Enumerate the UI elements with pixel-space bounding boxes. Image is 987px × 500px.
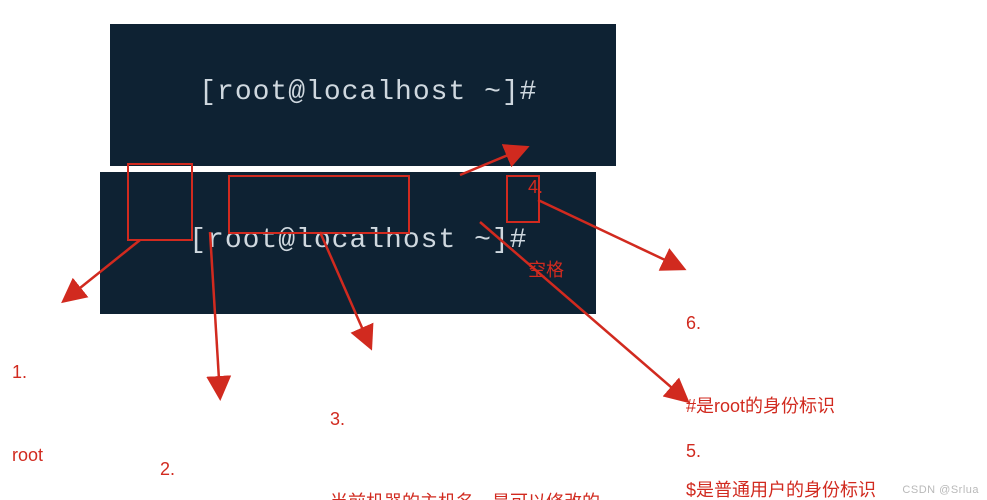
watermark-text: CSDN @Srlua <box>902 484 979 496</box>
annotation-2-separator: 2. @就是个分隔符 <box>160 400 286 500</box>
annotation-number: 6. <box>686 310 876 338</box>
annotation-4-space: 4. 空格 <box>528 118 564 341</box>
terminal-prompt-annotated: [root@localhost ~]# <box>100 172 596 314</box>
terminal-text: [root@localhost ~]# <box>189 225 527 256</box>
annotation-number: 2. <box>160 456 286 484</box>
annotation-number: 4. <box>528 174 564 202</box>
annotation-line: 空格 <box>528 257 564 285</box>
terminal-text: [root@localhost ~]# <box>199 77 537 108</box>
annotation-line: 当前机器的主机名，是可以修改的 <box>330 489 600 500</box>
annotation-number: 1. <box>12 359 192 387</box>
annotation-6-prompt-symbol: 6. #是root的身份标识 $是普通用户的身份标识 <box>686 254 876 500</box>
annotation-number: 3. <box>330 406 600 434</box>
annotation-3-hostname: 3. 当前机器的主机名，是可以修改的 一眼就看出，这台机器什么作用 mysql0… <box>330 350 600 500</box>
diagram-stage: { "terminals": { "prompt1": "[root@local… <box>0 0 987 500</box>
annotation-line: #是root的身份标识 <box>686 393 876 421</box>
annotation-line: $是普通用户的身份标识 <box>686 477 876 500</box>
